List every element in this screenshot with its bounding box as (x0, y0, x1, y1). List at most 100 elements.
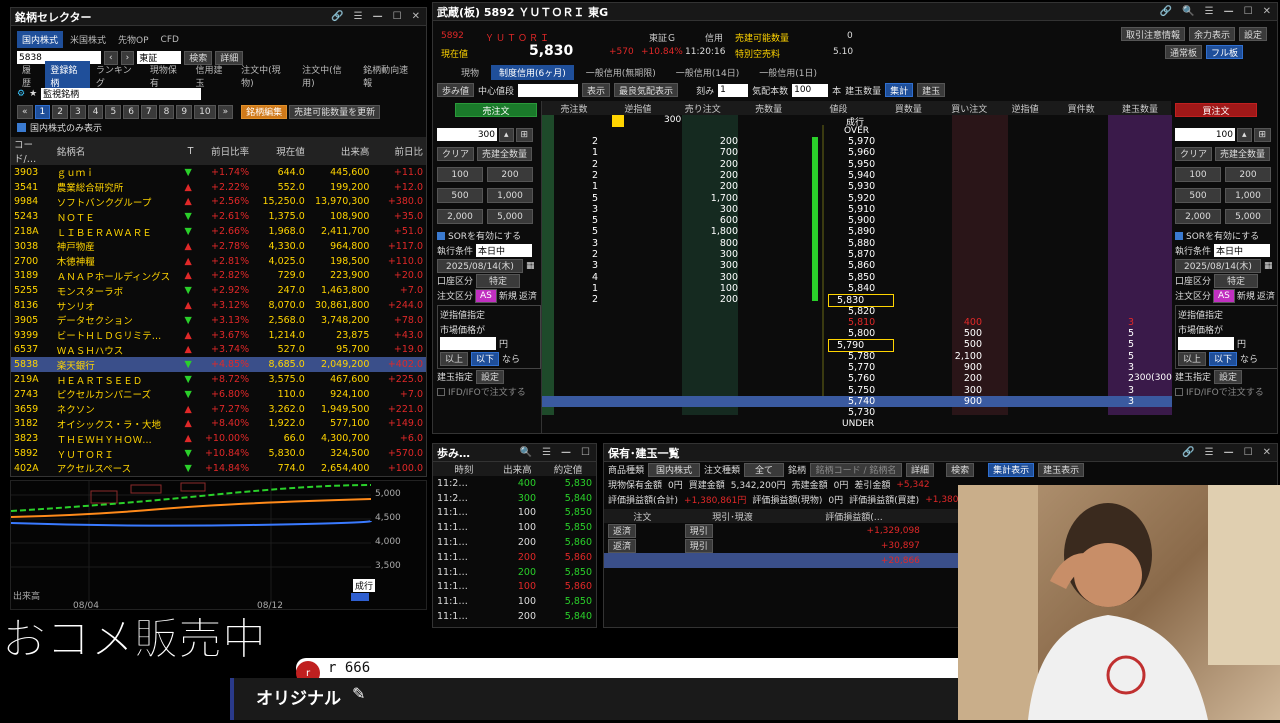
below-button[interactable]: 以下 (1209, 351, 1238, 366)
calc-icon[interactable]: ⊞ (515, 127, 534, 142)
price-level[interactable]: 5,800 (848, 328, 875, 339)
aggregate-view-button[interactable]: 集計表示 (988, 462, 1035, 477)
table-row[interactable]: 402A アクセルスペース ▼ +14.84% 774.0 2,654,400 +100.0 (11, 461, 426, 476)
page-button[interactable]: 5 (105, 104, 122, 119)
page-last-button[interactable]: » (217, 104, 234, 119)
link-icon[interactable]: 🔗 (1182, 447, 1194, 458)
page-button[interactable]: 10 (194, 104, 216, 119)
column-header[interactable]: 前日比 (372, 137, 426, 165)
amount-button[interactable]: 200 (487, 167, 533, 182)
sell-level-row[interactable]: 1 700 5,960 (542, 147, 1172, 158)
sell-level-row[interactable]: 1 200 5,930 (542, 181, 1172, 192)
buy-level-row[interactable]: 5,760 200 2 (542, 373, 1172, 384)
price-level[interactable]: 5,890 (848, 226, 875, 237)
price-level[interactable]: 5,760 (848, 373, 875, 384)
amount-button[interactable]: 500 (1175, 188, 1221, 203)
table-row[interactable]: 3189 ＡＮＡＰホールディングス ▲ +2.82% 729.0 223,900 +20.0 (11, 269, 426, 284)
price-level[interactable]: 5,730 (848, 407, 875, 418)
buy-level-row[interactable]: 5,780 2,100 5 (542, 351, 1172, 362)
close-position-button[interactable]: 返済 (608, 538, 637, 553)
delivery-button[interactable]: 現引 (684, 523, 713, 538)
list-icon[interactable]: ☰ (542, 447, 551, 458)
table-row[interactable]: 6537 ＷＡＳＨハウス ▲ +3.74% 527.0 95,700 +19.0 (11, 343, 426, 358)
buy-level-row[interactable]: 5,770 900 3 (542, 362, 1172, 373)
table-cell[interactable]: 現引 (681, 523, 784, 538)
table-row[interactable]: 5255 モンスターラボ ▼ +2.92% 247.0 1,463,800 +7.0 (11, 283, 426, 298)
buy-order-button[interactable]: 買注文 (1175, 103, 1257, 117)
sell-level-row[interactable]: 2 200 5,940 (542, 170, 1172, 181)
column-header[interactable]: 注文 (604, 509, 681, 523)
minimize-icon[interactable]: — (1224, 447, 1234, 458)
subtab-order-margin[interactable]: 注文中(信用) (297, 61, 357, 91)
set-button[interactable]: 設定 (476, 369, 505, 384)
center-price-input[interactable] (518, 83, 579, 97)
close-icon[interactable]: ✕ (1263, 447, 1271, 458)
amount-button[interactable]: 1,000 (487, 188, 533, 203)
sell-level-row[interactable]: 4 300 5,850 (542, 272, 1172, 283)
stop-price-input[interactable] (440, 337, 496, 350)
price-chart[interactable]: 5,000 4,500 4,000 3,500 成行 08/04 08/12 出… (10, 480, 427, 611)
board-tab[interactable]: 一般信用(1日) (751, 65, 825, 80)
below-button[interactable]: 以下 (471, 351, 500, 366)
table-row[interactable]: 3038 神戸物産 ▲ +2.78% 4,330.0 964,800 +117.0 (11, 239, 426, 254)
table-cell[interactable]: 返済 (604, 523, 681, 538)
stop-price-input[interactable] (1178, 337, 1234, 350)
sell-level-row[interactable]: 2 200 5,950 (542, 159, 1172, 170)
delivery-button[interactable]: 現引 (684, 538, 713, 553)
page-button[interactable]: 1 (34, 104, 51, 119)
all-qty-button[interactable]: 売建全数量 (477, 146, 533, 161)
page-button[interactable]: 7 (140, 104, 157, 119)
qty-stepper-icon[interactable]: ▴ (1237, 127, 1252, 142)
menu-icon[interactable]: ☰ (1205, 447, 1214, 458)
table-row[interactable]: 3905 データセクション ▼ +3.13% 2,568.0 3,748,200 +78.0 (11, 313, 426, 328)
sell-level-row[interactable]: 3 300 5,910 (542, 204, 1172, 215)
ifd-checkbox[interactable] (1175, 387, 1183, 396)
sell-level-row[interactable]: 5 600 5,900 (542, 215, 1172, 226)
price-level[interactable]: 5,960 (848, 147, 875, 158)
order-qty-input[interactable]: 300 (437, 128, 497, 141)
above-button[interactable]: 以上 (440, 351, 469, 366)
build-button[interactable]: 建玉 (917, 83, 946, 97)
sell-level-row[interactable]: 2 200 5,830 (542, 294, 1172, 308)
exec-select[interactable]: 本日中 (1214, 244, 1271, 257)
above-button[interactable]: 以上 (1178, 351, 1207, 366)
holdings-titlebar[interactable]: 保有･建玉一覧 🔗 ☰ — ☐ ✕ (604, 444, 1277, 462)
table-row[interactable]: 9984 ソフトバンクグループ ▲ +2.56% 15,250.0 13,970,300 +… (11, 195, 426, 210)
price-level[interactable]: 5,900 (848, 215, 875, 226)
new-label[interactable]: 新規 (1237, 289, 1255, 302)
as-button[interactable]: AS (475, 288, 497, 303)
price-level[interactable]: 5,850 (848, 272, 875, 283)
menu-icon[interactable]: ☰ (354, 11, 363, 22)
buy-level-row[interactable]: 5,750 300 3 (542, 385, 1172, 396)
page-first-button[interactable]: « (17, 104, 33, 119)
amount-button[interactable]: 200 (1225, 167, 1271, 182)
menu-icon[interactable]: 🔍 (520, 447, 532, 458)
ifd-checkbox[interactable] (437, 387, 445, 396)
subtab-news[interactable]: 銘柄動向速報 (358, 61, 420, 91)
sor-checkbox[interactable] (1175, 231, 1183, 240)
table-row[interactable]: 3541 農業総合研究所 ▲ +2.22% 552.0 199,200 +12.0 (11, 180, 426, 195)
sell-level-row[interactable]: 1 100 5,840 (542, 283, 1172, 294)
page-button[interactable]: 3 (69, 104, 86, 119)
maximize-icon[interactable]: ☐ (1244, 447, 1253, 458)
price-level[interactable]: 5,870 (848, 249, 875, 260)
column-header[interactable]: 銘柄名 (54, 137, 182, 165)
date-select[interactable]: 2025/08/14(木) (437, 258, 523, 273)
amount-button[interactable]: 2,000 (437, 209, 483, 224)
table-row[interactable]: 3903 ｇｕｍｉ ▼ +1.74% 644.0 445,600 +11.0 (11, 165, 426, 180)
type-select[interactable]: 国内株式 (648, 462, 701, 477)
table-cell[interactable]: 現引 (681, 538, 784, 553)
amount-button[interactable]: 5,000 (1225, 209, 1271, 224)
amount-button[interactable]: 100 (437, 167, 483, 182)
maximize-icon[interactable]: ☐ (581, 447, 590, 458)
price-level[interactable]: 5,950 (848, 159, 875, 170)
subtab-spot[interactable]: 現物保有 (145, 61, 190, 91)
subtab-registered[interactable]: 登録銘柄 (45, 60, 90, 91)
column-header[interactable]: 前日比率 (196, 137, 252, 165)
set-button[interactable]: 設定 (1214, 369, 1243, 384)
page-button[interactable]: 8 (158, 104, 175, 119)
buy-level-row[interactable]: 5,740 900 3 (542, 395, 1172, 408)
amount-button[interactable]: 5,000 (487, 209, 533, 224)
subtab-order-spot[interactable]: 注文中(現物) (236, 61, 296, 91)
link-icon[interactable]: 🔗 (1160, 6, 1172, 17)
